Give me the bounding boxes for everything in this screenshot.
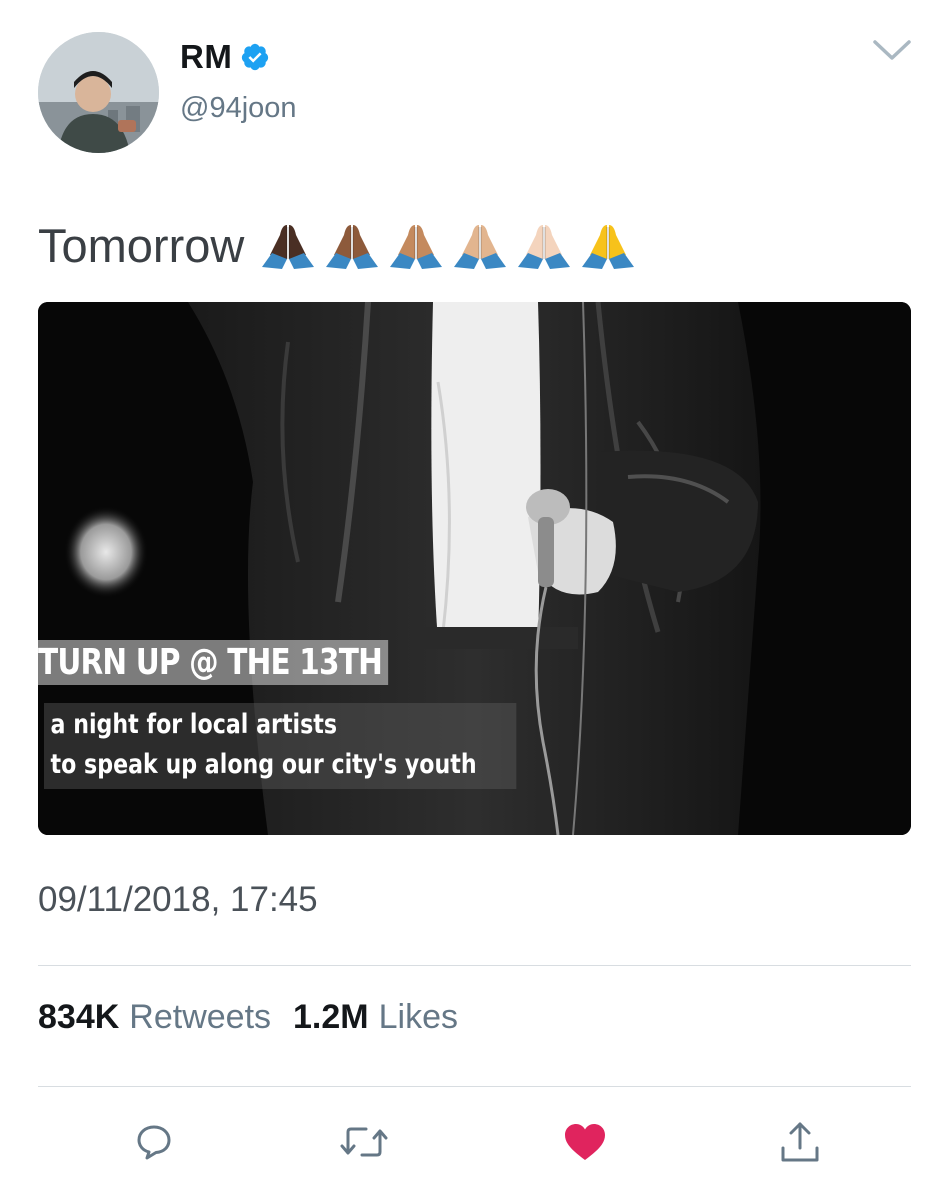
folded-hands-medium-dark-icon (326, 224, 379, 269)
verified-badge-icon (242, 43, 269, 71)
divider (38, 965, 911, 966)
emoji-row (260, 221, 636, 271)
tweet-text: Tomorrow (38, 219, 245, 272)
folded-hands-medium-light-icon (454, 224, 507, 269)
likes-count[interactable]: 1.2M (293, 998, 369, 1037)
media-subtitle: a night for local artists to speak up al… (44, 703, 517, 789)
author-handle[interactable]: @94joon (180, 92, 297, 125)
folded-hands-medium-icon (390, 224, 443, 269)
media-subtitle-line-2: to speak up along our city's youth (50, 749, 477, 780)
like-button[interactable] (559, 1118, 611, 1166)
retweet-icon (340, 1127, 388, 1157)
media-title: TURN UP @ THE 13TH (38, 640, 389, 685)
folded-hands-light-icon (518, 224, 571, 269)
retweets-count[interactable]: 834K (38, 998, 119, 1037)
retweet-button[interactable] (338, 1118, 390, 1166)
divider (38, 1086, 911, 1087)
more-options-button[interactable] (872, 38, 912, 64)
like-icon (565, 1124, 605, 1160)
avatar[interactable] (38, 32, 159, 153)
reply-icon (137, 1125, 171, 1160)
author-name[interactable]: RM (180, 38, 232, 76)
share-icon (781, 1122, 819, 1162)
author-name-row[interactable]: RM (180, 38, 270, 76)
tweet-media[interactable]: TURN UP @ THE 13TH a night for local art… (38, 302, 911, 835)
folded-hands-default-icon (582, 224, 635, 269)
likes-label[interactable]: Likes (379, 998, 458, 1037)
tweet-timestamp[interactable]: 09/11/2018, 17:45 (38, 880, 318, 920)
tweet-stats: 834K Retweets 1.2M Likes (38, 998, 470, 1037)
retweets-label[interactable]: Retweets (129, 998, 271, 1037)
reply-button[interactable] (128, 1118, 180, 1166)
media-subtitle-line-1: a night for local artists (50, 709, 338, 740)
share-button[interactable] (774, 1118, 826, 1166)
avatar-image (38, 32, 159, 153)
folded-hands-dark-icon (262, 224, 315, 269)
chevron-down-icon (873, 40, 911, 60)
tweet-text-row: Tomorrow (38, 218, 636, 273)
